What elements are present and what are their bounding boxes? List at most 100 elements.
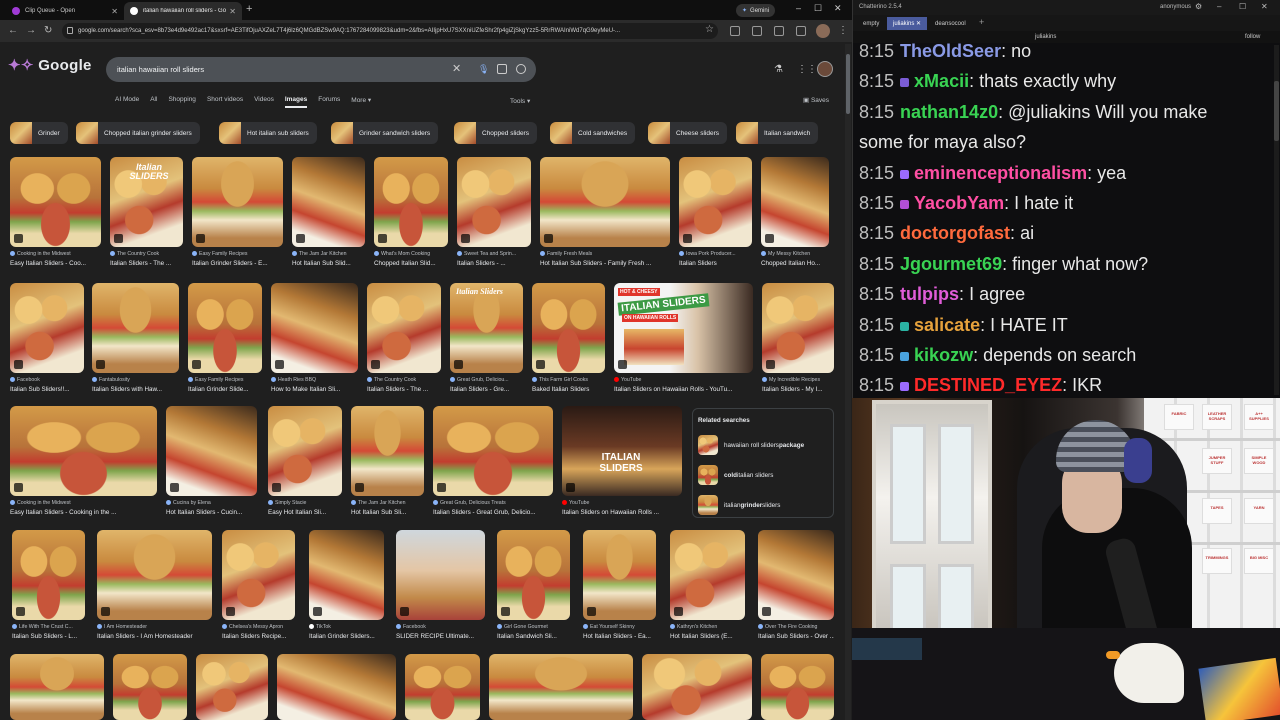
result-title[interactable]: Hot Italian Sliders - Cucin... [166,509,257,516]
result-title[interactable]: Easy Italian Sliders - Coo... [10,260,101,267]
result-title[interactable]: Italian Sliders [679,260,752,267]
image-result[interactable] [12,530,85,620]
image-result[interactable] [10,157,101,247]
image-result[interactable] [367,283,441,373]
result-title[interactable]: Chopped Italian Ho... [761,260,829,267]
image-result[interactable] [192,157,283,247]
image-result[interactable] [10,283,84,373]
tab-short-videos[interactable]: Short videos [207,96,243,108]
image-result[interactable] [433,406,553,496]
site-info-icon[interactable] [67,27,73,34]
extension-icon[interactable] [730,26,740,36]
result-title[interactable]: Italian Sliders - Great Grub, Delicio... [433,509,553,516]
clear-search-icon[interactable]: ✕ [452,62,461,75]
extension-icon[interactable] [752,26,762,36]
related-search-item[interactable]: italian grinder sliders [698,495,780,515]
result-title[interactable]: Italian Sub Sliders!!... [10,386,84,393]
image-result[interactable] [271,283,358,373]
tab-forums[interactable]: Forums [318,96,340,108]
result-title[interactable]: Hot Italian Sliders (E... [670,633,745,640]
user-badge-icon[interactable] [900,200,910,209]
back-icon[interactable]: ← [8,25,18,36]
image-result[interactable] [97,530,212,620]
image-result[interactable] [374,157,448,247]
image-result[interactable] [489,654,633,720]
user-badge-icon[interactable] [900,382,910,392]
image-result[interactable] [277,654,396,720]
search-box[interactable]: italian hawaiian roll sliders ✕ 🎙 [106,57,536,82]
extensions-puzzle-icon[interactable] [774,26,784,36]
url-field[interactable]: google.com/search?sca_esv=8b73e4d9e492ac… [62,23,718,39]
chip-cheese-sliders[interactable]: Cheese sliders [648,122,727,144]
result-title[interactable]: Italian Sandwich Sli... [497,633,570,640]
scrollbar-thumb[interactable] [1274,81,1279,141]
image-result[interactable]: Italian Sliders [450,283,523,373]
result-title[interactable]: Italian Sliders Recipe... [222,633,295,640]
image-result[interactable] [92,283,179,373]
lens-icon[interactable] [497,64,507,74]
chat-username[interactable]: tulpips [900,284,959,304]
image-result[interactable] [583,530,656,620]
voice-search-icon[interactable]: 🎙 [478,64,489,74]
chat-tab-empty[interactable]: empty [857,17,885,30]
chip-italian-sandwich[interactable]: Italian sandwich [736,122,819,144]
result-title[interactable]: Italian Sub Sliders - Over ... [758,633,834,640]
result-title[interactable]: Italian Sliders on Hawaiian Rolls - YouT… [614,386,753,393]
maximize-icon[interactable]: ☐ [1239,2,1246,11]
image-result[interactable] [10,654,104,720]
minimize-icon[interactable]: – [796,3,801,13]
account-switcher[interactable]: anonymous [1160,4,1191,10]
downloads-icon[interactable] [796,26,806,36]
chip-cold-sandwiches[interactable]: Cold sandwiches [550,122,636,144]
tab-all[interactable]: All [150,96,157,108]
result-title[interactable]: Italian Sliders with Haw... [92,386,179,393]
result-title[interactable]: Italian Sliders - The ... [367,386,441,393]
bookmark-star-icon[interactable]: ☆ [705,24,714,35]
add-tab-icon[interactable]: + [979,17,984,27]
tools-button[interactable]: Tools ▾ [510,97,530,105]
chip-grinder[interactable]: Grinder [10,122,68,144]
close-icon[interactable]: ✕ [916,20,921,27]
chip-chopped-italian-grinder-sliders[interactable]: Chopped italian grinder sliders [76,122,200,144]
chat-scrollbar[interactable] [1274,45,1279,395]
user-badge-icon[interactable] [900,321,910,331]
chat-username[interactable]: eminenceptionalism [914,163,1087,183]
related-search-item[interactable]: hawaiian roll sliders package [698,435,804,455]
image-result[interactable] [351,406,424,496]
image-result[interactable]: ITALIAN SLIDERS [562,406,682,496]
result-title[interactable]: Italian Sliders - ... [457,260,531,267]
chat-username[interactable]: xMacii [914,71,969,91]
result-title[interactable]: Italian Grinder Sliders - E... [192,260,283,267]
result-title[interactable]: Hot Italian Sub Sliders - Family Fresh .… [540,260,670,267]
image-result[interactable] [762,283,834,373]
chat-username[interactable]: nathan14z0 [900,102,998,122]
image-result[interactable] [761,654,834,720]
result-title[interactable]: Italian Sub Sliders - L... [12,633,85,640]
tab-images[interactable]: Images [284,96,308,108]
image-result[interactable] [497,530,570,620]
search-icon[interactable] [516,64,526,74]
image-result[interactable] [457,157,531,247]
user-badge-icon[interactable] [900,169,910,179]
chat-username[interactable]: TheOldSeer [900,41,1001,61]
result-title[interactable]: Italian Grinder Slide... [188,386,262,393]
result-title[interactable]: Italian Sliders - My I... [762,386,834,393]
result-title[interactable]: Italian Sliders - I Am Homesteader [97,633,212,640]
result-title[interactable]: Easy Hot Italian Sli... [268,509,342,516]
close-window-icon[interactable]: ✕ [1261,2,1268,11]
image-result[interactable]: HOT & CHEESY ITALIAN SLIDERS ON HAWAIIAN… [614,283,753,373]
image-result[interactable] [540,157,670,247]
chat-username[interactable]: kikozw [914,345,973,365]
related-search-item[interactable]: cold italian sliders [698,465,773,485]
chat-username[interactable]: YacobYam [914,193,1004,213]
labs-flask-icon[interactable]: ⚗ [774,64,783,75]
image-result[interactable] [113,654,187,720]
result-title[interactable]: Hot Italian Sub Sli... [351,509,424,516]
image-result[interactable] [396,530,485,620]
forward-icon[interactable]: → [26,25,36,36]
close-window-icon[interactable]: ✕ [834,3,842,14]
tab-clip-queue[interactable]: Clip Queue - Open ✕ [6,2,124,20]
settings-gear-icon[interactable]: ⚙ [1195,2,1202,11]
chat-username[interactable]: Jgourmet69 [900,254,1002,274]
image-result[interactable] [188,283,262,373]
